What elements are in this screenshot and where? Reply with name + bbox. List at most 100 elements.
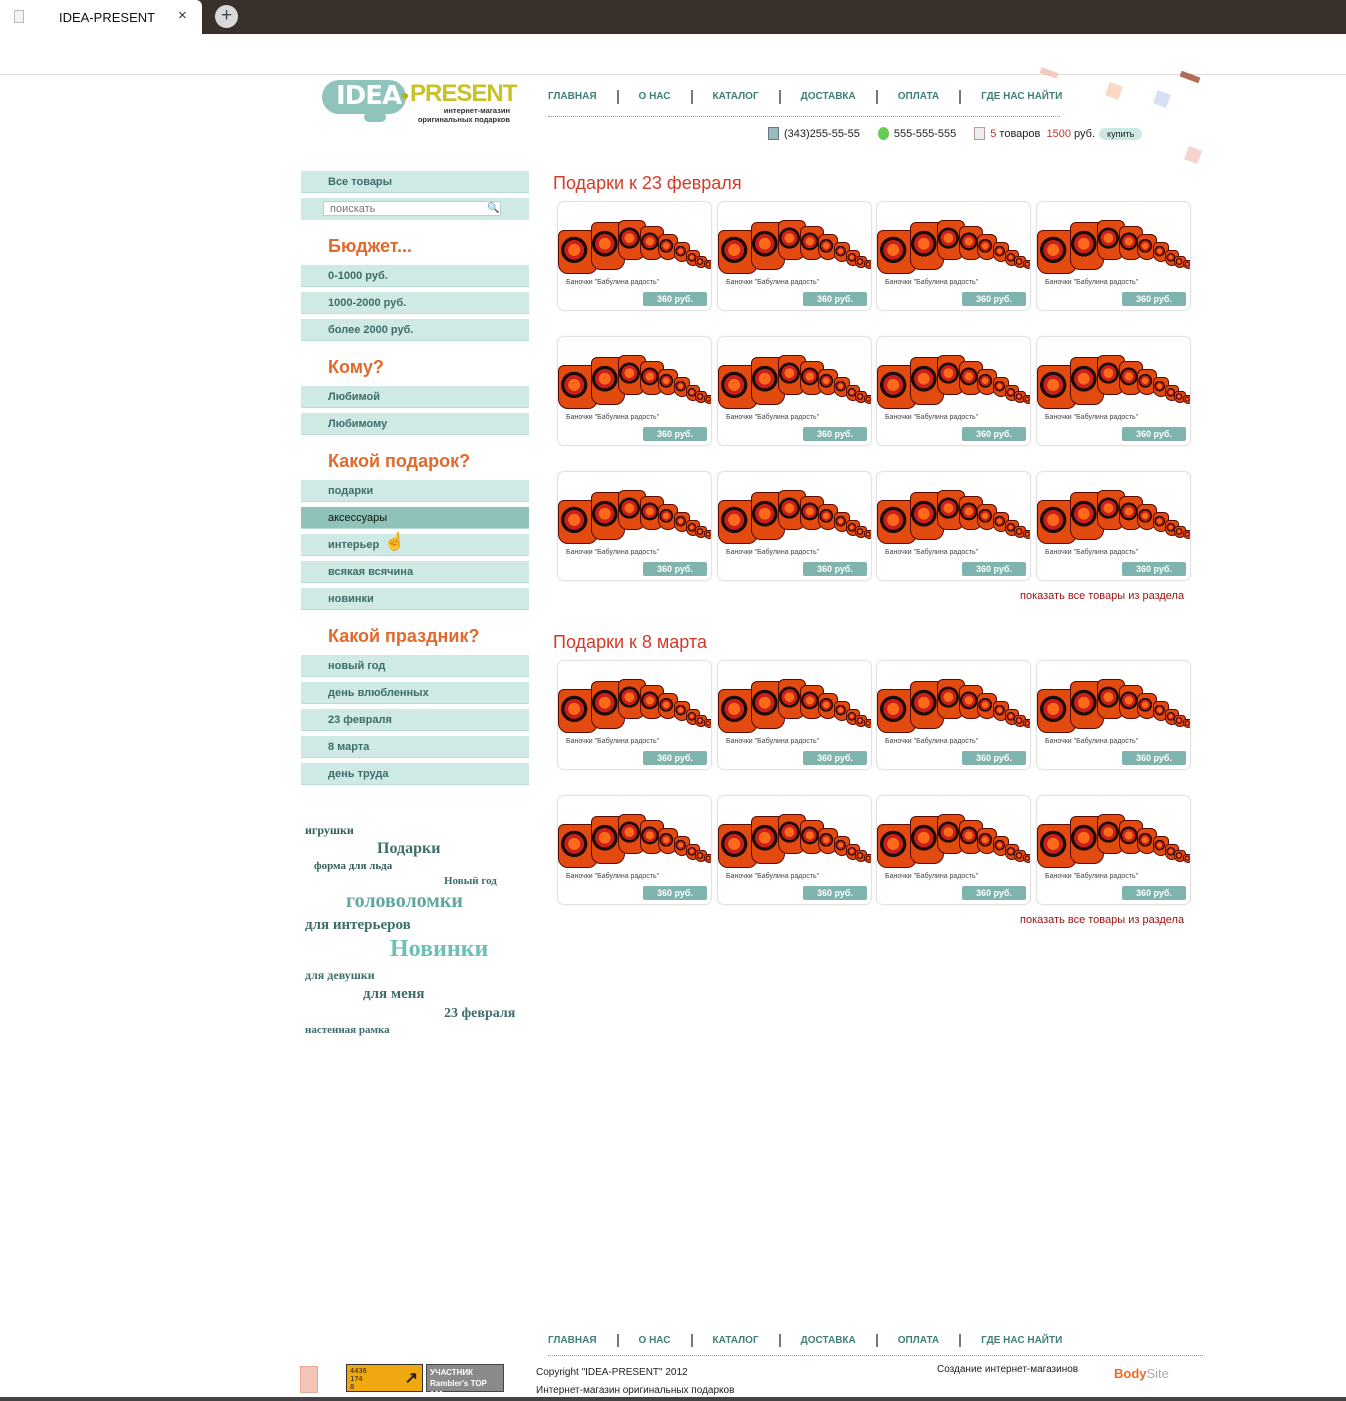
sidebar-holiday-4[interactable]: день труда: [301, 763, 529, 785]
product-price[interactable]: 360 руб.: [962, 751, 1026, 765]
product-price[interactable]: 360 руб.: [962, 886, 1026, 900]
product-price[interactable]: 360 руб.: [1122, 751, 1186, 765]
product-card[interactable]: Баночки "Бабулина радость" 360 руб.: [876, 795, 1031, 905]
product-card[interactable]: Баночки "Бабулина радость" 360 руб.: [557, 795, 712, 905]
nav-home[interactable]: ГЛАВНАЯ: [548, 90, 617, 104]
product-price[interactable]: 360 руб.: [962, 292, 1026, 306]
product-price[interactable]: 360 руб.: [962, 427, 1026, 441]
product-image[interactable]: [718, 480, 871, 560]
product-price[interactable]: 360 руб.: [1122, 292, 1186, 306]
search-icon[interactable]: 🔍: [487, 203, 499, 214]
product-card[interactable]: Баночки "Бабулина радость" 360 руб.: [557, 201, 712, 311]
product-price[interactable]: 360 руб.: [803, 292, 867, 306]
product-price[interactable]: 360 руб.: [643, 751, 707, 765]
tag-link[interactable]: для интерьеров: [305, 917, 411, 934]
sidebar-holiday-2[interactable]: 23 февраля: [301, 709, 529, 731]
tag-link[interactable]: Новинки: [390, 936, 488, 963]
bodysite-logo[interactable]: BodySite: [1114, 1366, 1169, 1381]
product-card[interactable]: Баночки "Бабулина радость" 360 руб.: [1036, 336, 1191, 446]
product-card[interactable]: Баночки "Бабулина радость" 360 руб.: [876, 201, 1031, 311]
product-price[interactable]: 360 руб.: [643, 427, 707, 441]
product-price[interactable]: 360 руб.: [803, 427, 867, 441]
sidebar-kind-1[interactable]: аксессуары: [301, 507, 529, 529]
show-all-link-mar8[interactable]: показать все товары из раздела: [1020, 914, 1184, 926]
product-image[interactable]: [1037, 804, 1190, 884]
sidebar-holiday-1[interactable]: день влюбленных: [301, 682, 529, 704]
product-price[interactable]: 360 руб.: [1122, 427, 1186, 441]
product-image[interactable]: [558, 669, 711, 749]
sidebar-budget-2[interactable]: более 2000 руб.: [301, 319, 529, 341]
product-price[interactable]: 360 руб.: [1122, 562, 1186, 576]
tag-link[interactable]: для меня: [363, 986, 425, 1003]
product-card[interactable]: Баночки "Бабулина радость" 360 руб.: [717, 201, 872, 311]
footer-nav-location[interactable]: ГДЕ НАС НАЙТИ: [959, 1334, 1082, 1347]
buy-button[interactable]: купить: [1099, 127, 1143, 140]
product-card[interactable]: Баночки "Бабулина радость" 360 руб.: [717, 471, 872, 581]
product-card[interactable]: Баночки "Бабулина радость" 360 руб.: [557, 336, 712, 446]
product-card[interactable]: Баночки "Бабулина радость" 360 руб.: [557, 471, 712, 581]
sidebar-all-goods[interactable]: Все товары: [301, 171, 529, 193]
product-image[interactable]: [718, 210, 871, 290]
product-price[interactable]: 360 руб.: [643, 292, 707, 306]
product-image[interactable]: [877, 480, 1030, 560]
product-price[interactable]: 360 руб.: [803, 751, 867, 765]
yandex-counter-badge[interactable]: 4436 174 8 ↗: [346, 1364, 423, 1392]
product-price[interactable]: 360 руб.: [1122, 886, 1186, 900]
tag-link[interactable]: игрушки: [305, 823, 354, 838]
sidebar-budget-1[interactable]: 1000-2000 руб.: [301, 292, 529, 314]
product-card[interactable]: Баночки "Бабулина радость" 360 руб.: [1036, 795, 1191, 905]
tag-link[interactable]: Новый год: [444, 875, 497, 887]
sidebar-budget-0[interactable]: 0-1000 руб.: [301, 265, 529, 287]
tag-link[interactable]: настенная рамка: [305, 1024, 390, 1036]
sidebar-kind-4[interactable]: новинки: [301, 588, 529, 610]
sidebar-holiday-3[interactable]: 8 марта: [301, 736, 529, 758]
nav-catalog[interactable]: КАТАЛОГ: [690, 90, 779, 104]
tag-link[interactable]: головоломки: [346, 890, 463, 913]
close-tab-icon[interactable]: ×: [178, 7, 187, 24]
product-image[interactable]: [558, 480, 711, 560]
sidebar-whom-1[interactable]: Любимому: [301, 413, 529, 435]
footer-nav-delivery[interactable]: ДОСТАВКА: [778, 1334, 876, 1347]
product-image[interactable]: [558, 345, 711, 425]
product-card[interactable]: Баночки "Бабулина радость" 360 руб.: [876, 660, 1031, 770]
footer-nav-payment[interactable]: ОПЛАТА: [875, 1334, 959, 1347]
product-image[interactable]: [718, 669, 871, 749]
product-image[interactable]: [877, 669, 1030, 749]
footer-maker[interactable]: Создание интернет-магазинов: [937, 1364, 1078, 1375]
product-price[interactable]: 360 руб.: [643, 886, 707, 900]
sidebar-kind-0[interactable]: подарки: [301, 480, 529, 502]
product-image[interactable]: [1037, 480, 1190, 560]
product-card[interactable]: Баночки "Бабулина радость" 360 руб.: [717, 336, 872, 446]
tag-link[interactable]: Подарки: [377, 840, 440, 858]
tag-link[interactable]: форма для льда: [314, 860, 392, 872]
product-image[interactable]: [877, 804, 1030, 884]
product-card[interactable]: Баночки "Бабулина радость" 360 руб.: [1036, 471, 1191, 581]
sidebar-whom-0[interactable]: Любимой: [301, 386, 529, 408]
show-all-link-feb23[interactable]: показать все товары из раздела: [1020, 590, 1184, 602]
nav-payment[interactable]: ОПЛАТА: [875, 90, 959, 104]
product-image[interactable]: [877, 345, 1030, 425]
product-image[interactable]: [718, 345, 871, 425]
product-price[interactable]: 360 руб.: [962, 562, 1026, 576]
footer-nav-about[interactable]: О НАС: [616, 1334, 691, 1347]
product-card[interactable]: Баночки "Бабулина радость" 360 руб.: [1036, 201, 1191, 311]
footer-nav-catalog[interactable]: КАТАЛОГ: [690, 1334, 779, 1347]
product-image[interactable]: [1037, 345, 1190, 425]
site-logo[interactable]: IDEA PRESENT интернет-магазин оригинальн…: [322, 78, 517, 130]
search-input[interactable]: [323, 201, 501, 216]
product-image[interactable]: [718, 804, 871, 884]
tag-link[interactable]: для девушки: [305, 968, 375, 983]
product-card[interactable]: Баночки "Бабулина радость" 360 руб.: [717, 660, 872, 770]
product-image[interactable]: [877, 210, 1030, 290]
product-price[interactable]: 360 руб.: [643, 562, 707, 576]
product-card[interactable]: Баночки "Бабулина радость" 360 руб.: [876, 471, 1031, 581]
footer-nav-home[interactable]: ГЛАВНАЯ: [548, 1334, 617, 1347]
product-image[interactable]: [1037, 210, 1190, 290]
browser-tab[interactable]: IDEA-PRESENT ×: [0, 0, 202, 34]
nav-location[interactable]: ГДЕ НАС НАЙТИ: [959, 90, 1082, 104]
cart-icon[interactable]: [974, 127, 986, 140]
product-image[interactable]: [558, 804, 711, 884]
rambler-top100-badge[interactable]: УЧАСТНИК Rambler's TOP 100: [426, 1364, 504, 1399]
tag-link[interactable]: 23 февраля: [444, 1006, 515, 1022]
nav-about[interactable]: О НАС: [616, 90, 691, 104]
